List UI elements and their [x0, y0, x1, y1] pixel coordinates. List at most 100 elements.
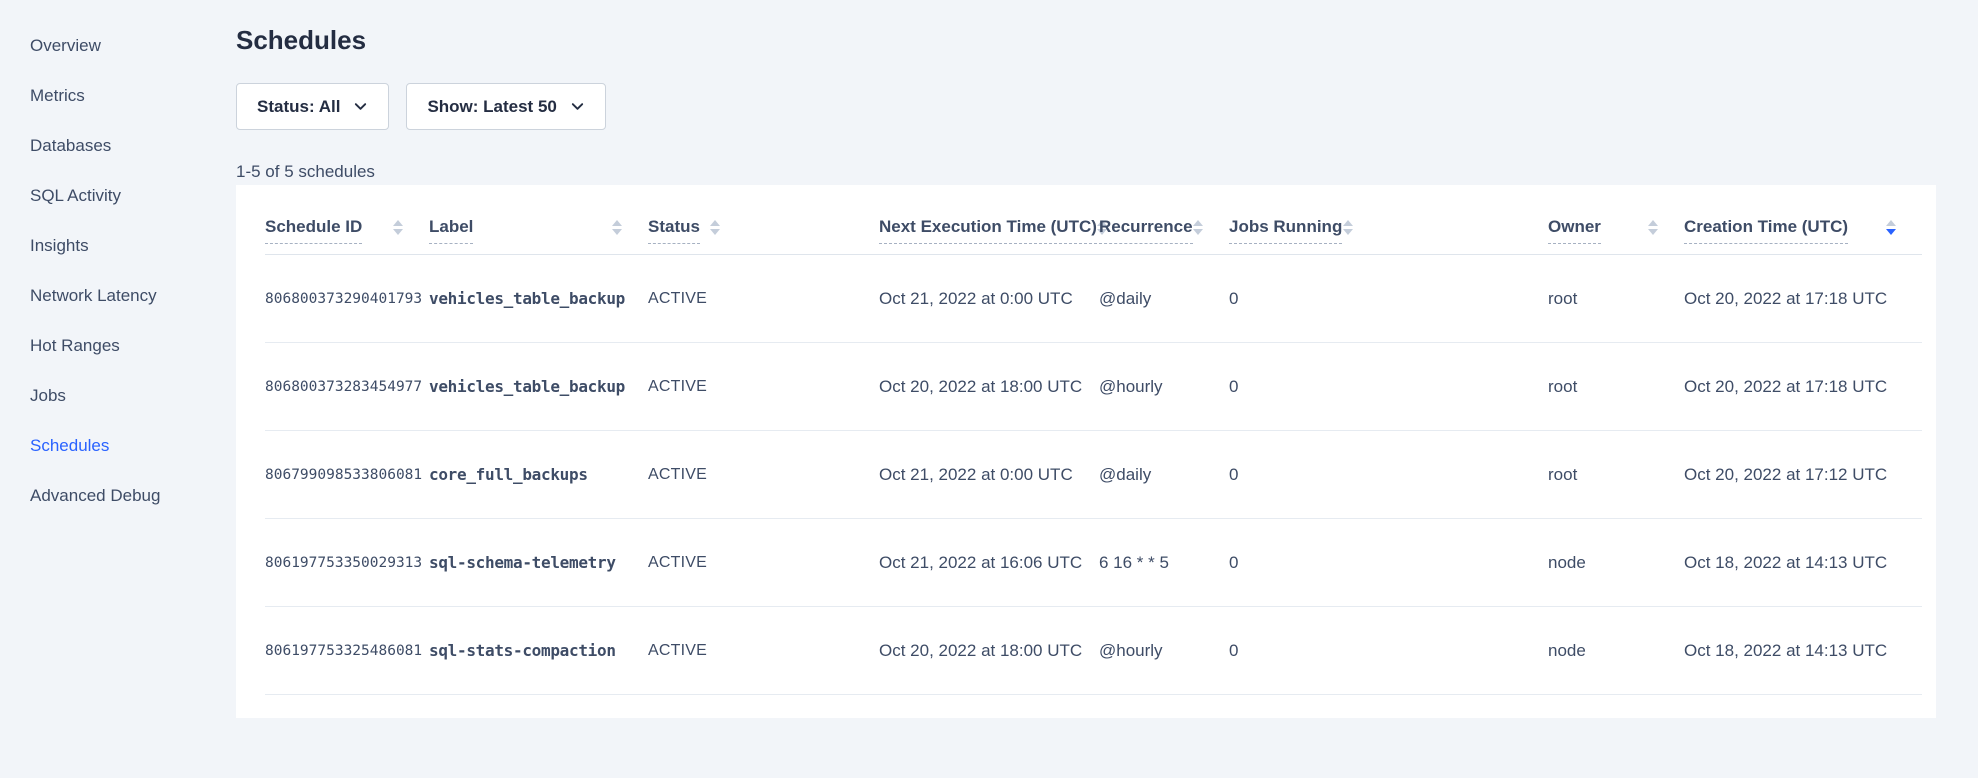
cell-owner: node — [1548, 553, 1684, 573]
sidebar-item-label: Jobs — [30, 386, 66, 406]
column-header-status[interactable]: Status — [648, 185, 746, 254]
table-row: 806197753325486081sql-stats-compactionAC… — [265, 607, 1922, 695]
cell-recurrence: @daily — [1099, 465, 1229, 485]
column-header-jobs-running[interactable]: Jobs Running — [1229, 185, 1379, 254]
sort-up-arrow-icon — [393, 220, 403, 226]
cell-recurrence: @hourly — [1099, 641, 1229, 661]
column-header-recurrence[interactable]: Recurrence — [1099, 185, 1229, 254]
show-filter-dropdown[interactable]: Show: Latest 50 — [406, 83, 605, 130]
sort-arrows-icon — [1648, 220, 1658, 235]
column-header-creation-time[interactable]: Creation Time (UTC) — [1684, 185, 1922, 254]
sidebar-item-label: Advanced Debug — [30, 486, 160, 506]
table-row: 806197753350029313sql-schema-telemetryAC… — [265, 519, 1922, 607]
cell-label: core_full_backups — [429, 465, 648, 484]
table-header-row: Schedule ID Label Status Next Execution … — [265, 185, 1922, 255]
sidebar-item-label: Hot Ranges — [30, 336, 120, 356]
sort-down-arrow-icon — [612, 229, 622, 235]
sidebar-item-network-latency[interactable]: Network Latency — [0, 271, 235, 321]
sort-down-arrow-icon — [710, 229, 720, 235]
column-header-label: Creation Time (UTC) — [1684, 217, 1848, 244]
cell-next-execution: Oct 21, 2022 at 0:00 UTC — [879, 465, 1099, 485]
column-header-label: Owner — [1548, 217, 1601, 244]
sidebar-item-jobs[interactable]: Jobs — [0, 371, 235, 421]
cell-status: ACTIVE — [648, 554, 746, 572]
cell-jobs-running: 0 — [1229, 553, 1379, 573]
cell-id: 806800373283454977 — [265, 379, 429, 395]
cell-creation-time: Oct 18, 2022 at 14:13 UTC — [1684, 641, 1922, 661]
cell-next-execution: Oct 20, 2022 at 18:00 UTC — [879, 641, 1099, 661]
cell-owner: root — [1548, 377, 1684, 397]
cell-label: vehicles_table_backup — [429, 377, 648, 396]
sidebar-item-hot-ranges[interactable]: Hot Ranges — [0, 321, 235, 371]
sort-arrows-icon — [1886, 220, 1896, 235]
cell-label: vehicles_table_backup — [429, 289, 648, 308]
cell-status: ACTIVE — [648, 642, 746, 660]
sidebar-item-advanced-debug[interactable]: Advanced Debug — [0, 471, 235, 521]
cell-id: 806800373290401793 — [265, 291, 429, 307]
column-header-id[interactable]: Schedule ID — [265, 185, 429, 254]
sort-up-arrow-icon — [710, 220, 720, 226]
cell-jobs-running: 0 — [1229, 641, 1379, 661]
cell-status: ACTIVE — [648, 378, 746, 396]
sort-down-arrow-icon — [393, 229, 403, 235]
column-header-label: Next Execution Time (UTC) — [879, 217, 1097, 244]
sort-arrows-icon — [393, 220, 403, 235]
cell-label: sql-schema-telemetry — [429, 553, 648, 572]
cell-creation-time: Oct 20, 2022 at 17:18 UTC — [1684, 377, 1922, 397]
sidebar-item-schedules[interactable]: Schedules — [0, 421, 235, 471]
sort-up-arrow-icon — [1193, 220, 1203, 226]
cell-id: 806197753325486081 — [265, 643, 429, 659]
sort-down-arrow-icon — [1193, 229, 1203, 235]
cell-recurrence: @hourly — [1099, 377, 1229, 397]
sort-down-arrow-icon — [1648, 229, 1658, 235]
cell-id: 806197753350029313 — [265, 555, 429, 571]
sort-arrows-icon — [710, 220, 720, 235]
cell-label: sql-stats-compaction — [429, 641, 648, 660]
sort-arrows-icon — [612, 220, 622, 235]
filters-bar: Status: All Show: Latest 50 — [236, 83, 1935, 130]
column-header-label[interactable]: Label — [429, 185, 648, 254]
sidebar-item-label: Databases — [30, 136, 111, 156]
page-title: Schedules — [236, 24, 1935, 56]
cell-jobs-running: 0 — [1229, 289, 1379, 309]
sidebar-item-label: Insights — [30, 236, 89, 256]
results-count: 1-5 of 5 schedules — [236, 162, 1935, 182]
sidebar-nav: Overview Metrics Databases SQL Activity … — [0, 21, 235, 521]
sidebar-item-sql-activity[interactable]: SQL Activity — [0, 171, 235, 221]
schedules-table-card: Schedule ID Label Status Next Execution … — [236, 185, 1936, 718]
cell-recurrence: 6 16 * * 5 — [1099, 553, 1229, 573]
cell-jobs-running: 0 — [1229, 465, 1379, 485]
sidebar-item-label: Overview — [30, 36, 101, 56]
status-filter-dropdown[interactable]: Status: All — [236, 83, 389, 130]
cell-owner: root — [1548, 289, 1684, 309]
cell-next-execution: Oct 20, 2022 at 18:00 UTC — [879, 377, 1099, 397]
sidebar-item-databases[interactable]: Databases — [0, 121, 235, 171]
sidebar-item-label: SQL Activity — [30, 186, 121, 206]
sort-up-arrow-icon — [1343, 220, 1353, 226]
chevron-down-icon — [353, 99, 368, 114]
column-header-label: Recurrence — [1099, 217, 1193, 244]
sort-up-arrow-icon — [1648, 220, 1658, 226]
sort-arrows-icon — [1343, 220, 1353, 235]
cell-status: ACTIVE — [648, 290, 746, 308]
sidebar: Overview Metrics Databases SQL Activity … — [0, 0, 235, 778]
chevron-down-icon — [570, 99, 585, 114]
column-header-next-execution[interactable]: Next Execution Time (UTC) — [879, 185, 1099, 254]
table-body: 806800373290401793vehicles_table_backupA… — [265, 255, 1922, 695]
sort-up-arrow-icon — [1886, 220, 1896, 226]
sidebar-item-insights[interactable]: Insights — [0, 221, 235, 271]
column-header-label: Jobs Running — [1229, 217, 1342, 244]
sidebar-item-overview[interactable]: Overview — [0, 21, 235, 71]
main-content: Schedules Status: All Show: Latest 50 1-… — [236, 0, 1935, 718]
column-header-label: Status — [648, 217, 700, 244]
cell-recurrence: @daily — [1099, 289, 1229, 309]
cell-owner: node — [1548, 641, 1684, 661]
table-row: 806800373283454977vehicles_table_backupA… — [265, 343, 1922, 431]
show-filter-label: Show: Latest 50 — [427, 97, 556, 117]
table-row: 806799098533806081core_full_backupsACTIV… — [265, 431, 1922, 519]
status-filter-label: Status: All — [257, 97, 340, 117]
column-header-owner[interactable]: Owner — [1548, 185, 1684, 254]
sidebar-item-metrics[interactable]: Metrics — [0, 71, 235, 121]
cell-owner: root — [1548, 465, 1684, 485]
sidebar-item-label: Metrics — [30, 86, 85, 106]
